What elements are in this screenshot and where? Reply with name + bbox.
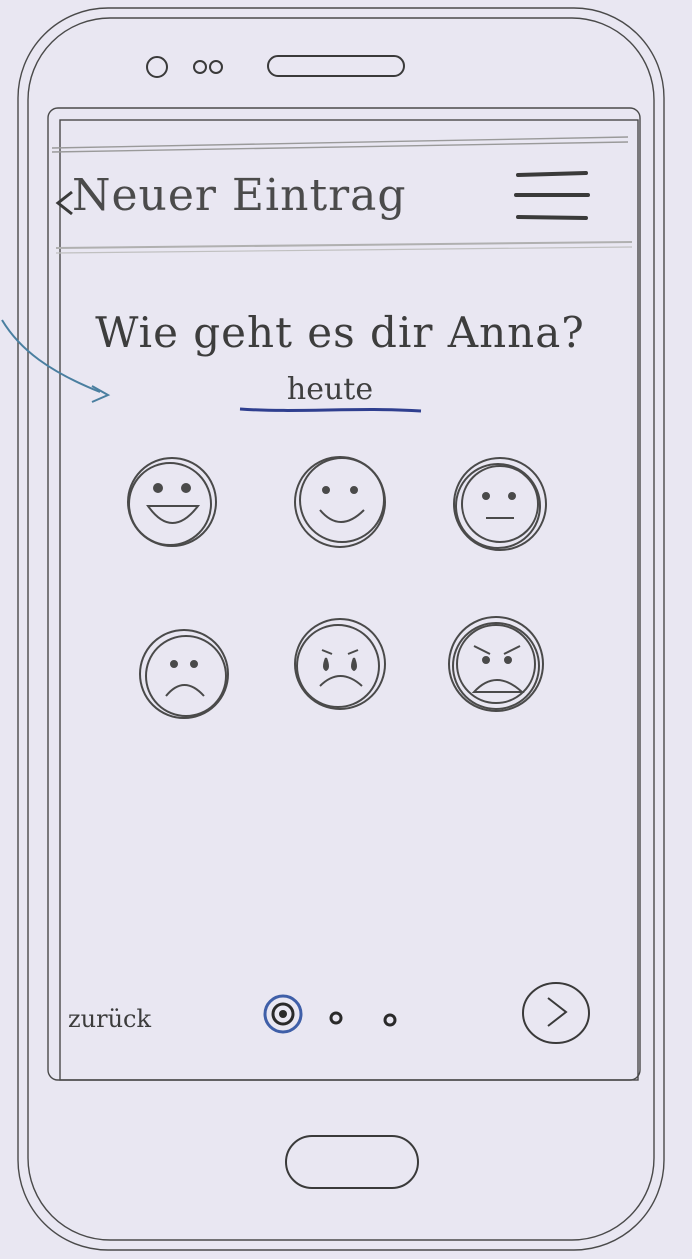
page-indicator [263, 994, 397, 1034]
page-dot [383, 1013, 397, 1027]
very-happy-face-icon[interactable] [120, 450, 224, 554]
mood-question-sub: heute [286, 372, 374, 407]
hamburger-menu-icon[interactable] [512, 165, 592, 229]
home-button [285, 1135, 419, 1189]
happy-face-icon[interactable] [288, 450, 392, 554]
mood-question: Wie geht es dir Anna? [95, 308, 585, 357]
page-dot [329, 1011, 343, 1025]
speaker-icon [146, 55, 405, 78]
page-title: Neuer Eintrag [72, 170, 407, 221]
angry-face-icon[interactable] [444, 612, 548, 716]
neutral-face-icon[interactable] [448, 452, 552, 556]
underline-decoration [239, 407, 422, 413]
crying-face-icon[interactable] [288, 612, 392, 716]
chevron-right-circle-icon[interactable] [518, 978, 594, 1048]
back-button[interactable]: zurück [68, 1005, 151, 1033]
sad-face-icon[interactable] [132, 622, 236, 726]
